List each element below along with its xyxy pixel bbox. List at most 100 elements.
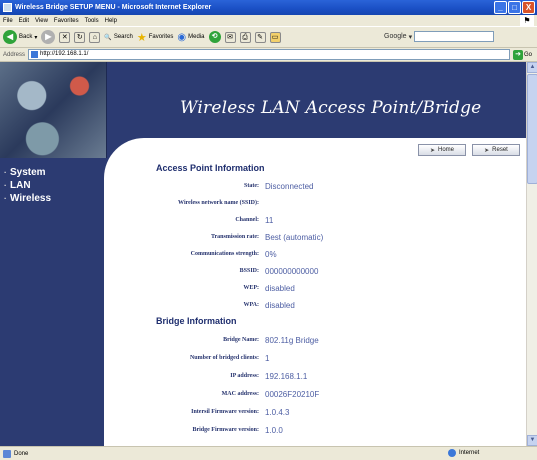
- info-row-bridged-clients: Number of bridged clients: 1: [104, 352, 364, 364]
- info-row-strength: Communications strength: 0%: [104, 248, 364, 260]
- back-arrow-icon: ◀: [3, 30, 17, 44]
- field-value: Best (automatic): [265, 232, 324, 242]
- go-label: Go: [524, 51, 533, 58]
- field-value: 192.168.1.1: [265, 371, 308, 381]
- reset-button[interactable]: ➤ Reset: [472, 144, 520, 156]
- info-row-ip-address: IP address: 192.168.1.1: [104, 370, 364, 382]
- field-value: 0%: [265, 249, 277, 259]
- stop-icon[interactable]: ✕: [59, 31, 71, 43]
- page-done-icon: [3, 449, 11, 458]
- field-value: Disconnected: [265, 181, 314, 191]
- home-button[interactable]: ➤ Home: [418, 144, 466, 156]
- field-label: Intersil Firmware version:: [191, 409, 259, 415]
- info-row-wep: WEP: disabled: [104, 282, 364, 294]
- banner-photo: [0, 62, 107, 158]
- zone-label: Internet: [459, 450, 480, 456]
- nav-item-system[interactable]: · System: [4, 166, 51, 179]
- minimize-button[interactable]: _: [494, 1, 507, 14]
- back-button[interactable]: ◀ Back ▾: [3, 30, 37, 44]
- menu-file[interactable]: File: [3, 18, 13, 24]
- page-icon: [31, 51, 39, 58]
- globe-icon: [448, 449, 456, 457]
- nav-item-lan[interactable]: · LAN: [4, 179, 51, 192]
- go-arrow-icon: ➜: [513, 49, 524, 60]
- arrow-right-icon: ➤: [429, 147, 435, 154]
- nav-item-wireless[interactable]: · Wireless: [4, 192, 51, 205]
- go-button[interactable]: ➜ Go: [513, 49, 533, 60]
- web-page: Wireless LAN Access Point/Bridge · Syste…: [0, 62, 526, 446]
- field-label: State:: [244, 183, 259, 189]
- menu-view[interactable]: View: [35, 18, 48, 24]
- dropdown-arrow-icon[interactable]: ▾: [409, 33, 413, 41]
- field-value: 1.0.4.3: [265, 407, 290, 417]
- home-icon[interactable]: ⌂: [89, 31, 101, 43]
- field-label: WPA:: [243, 302, 259, 308]
- menu-edit[interactable]: Edit: [19, 18, 29, 24]
- bullet-icon: ·: [4, 168, 7, 177]
- menu-help[interactable]: Help: [105, 18, 117, 24]
- favorites-button[interactable]: ★ Favorites: [137, 31, 174, 44]
- home-label: Home: [438, 147, 455, 153]
- arrow-right-icon: ➤: [484, 147, 490, 154]
- address-url: http://192.168.1.1/: [40, 51, 89, 57]
- address-input[interactable]: http://192.168.1.1/: [28, 49, 511, 60]
- edit-icon[interactable]: ✎: [254, 31, 266, 43]
- nav-label: LAN: [10, 180, 31, 191]
- field-value: 000000000000: [265, 266, 319, 276]
- info-row-state: State: Disconnected: [104, 180, 364, 192]
- menu-tools[interactable]: Tools: [85, 18, 99, 24]
- search-icon: 🔍: [104, 34, 112, 41]
- field-label: Bridge Name:: [223, 337, 259, 343]
- windows-logo-icon: ⚑: [520, 15, 534, 26]
- address-label: Address: [3, 51, 26, 58]
- field-label: MAC address:: [221, 391, 259, 397]
- media-icon: ◉: [177, 31, 187, 43]
- scroll-up-icon[interactable]: ▲: [527, 62, 537, 73]
- close-button[interactable]: X: [522, 1, 535, 14]
- bullet-icon: ·: [4, 194, 7, 203]
- scroll-thumb[interactable]: [527, 74, 537, 184]
- field-label: BSSID:: [239, 268, 259, 274]
- dropdown-arrow-icon: ▾: [34, 34, 38, 41]
- search-label: Search: [113, 34, 133, 40]
- menu-bar: File Edit View Favorites Tools Help ⚑: [0, 15, 537, 26]
- media-button[interactable]: ◉ Media: [177, 32, 204, 43]
- info-row-ssid: Wireless network name (SSID):: [104, 197, 364, 209]
- field-value: 1.0.0: [265, 425, 283, 435]
- banner-title: Wireless LAN Access Point/Bridge: [180, 98, 482, 118]
- security-zone: Internet: [448, 449, 479, 457]
- mail-icon[interactable]: ✉: [224, 31, 236, 43]
- print-icon[interactable]: ⎙: [239, 31, 251, 43]
- google-search-input[interactable]: [414, 31, 495, 42]
- field-value: 11: [265, 215, 274, 225]
- action-buttons: ➤ Home ➤ Reset: [418, 144, 520, 156]
- ie-app-icon: [3, 3, 12, 12]
- field-label: Communications strength:: [190, 251, 259, 257]
- window-title: Wireless Bridge SETUP MENU - Microsoft I…: [15, 4, 212, 11]
- google-toolbar: Google ▾: [384, 31, 495, 42]
- refresh-icon[interactable]: ↻: [74, 31, 86, 43]
- window-controls: _ □ X: [494, 1, 535, 14]
- media-label: Media: [188, 34, 205, 40]
- forward-button[interactable]: ▶: [41, 30, 56, 44]
- field-label: IP address:: [230, 373, 259, 379]
- info-row-mac-address: MAC address: 00026F20210F: [104, 388, 364, 400]
- search-button[interactable]: 🔍 Search: [104, 34, 133, 41]
- menu-favorites[interactable]: Favorites: [54, 18, 79, 24]
- nav-label: Wireless: [10, 193, 52, 204]
- nav-label: System: [10, 167, 46, 178]
- field-value: 00026F20210F: [265, 389, 320, 399]
- side-nav: · System · LAN · Wireless: [4, 166, 51, 205]
- field-label: WEP:: [243, 285, 259, 291]
- google-logo: Google: [384, 33, 407, 40]
- reset-label: Reset: [492, 147, 508, 153]
- folder-icon[interactable]: ▭: [269, 31, 281, 43]
- vertical-scrollbar[interactable]: ▲ ▼: [526, 62, 537, 446]
- history-icon[interactable]: ⟲: [208, 31, 221, 43]
- maximize-button[interactable]: □: [508, 1, 521, 14]
- favorites-label: Favorites: [148, 34, 174, 40]
- star-icon: ★: [136, 31, 147, 44]
- field-value: 1: [265, 353, 270, 363]
- scroll-down-icon[interactable]: ▼: [527, 435, 537, 446]
- info-row-intersil-firmware: Intersil Firmware version: 1.0.4.3: [104, 406, 364, 418]
